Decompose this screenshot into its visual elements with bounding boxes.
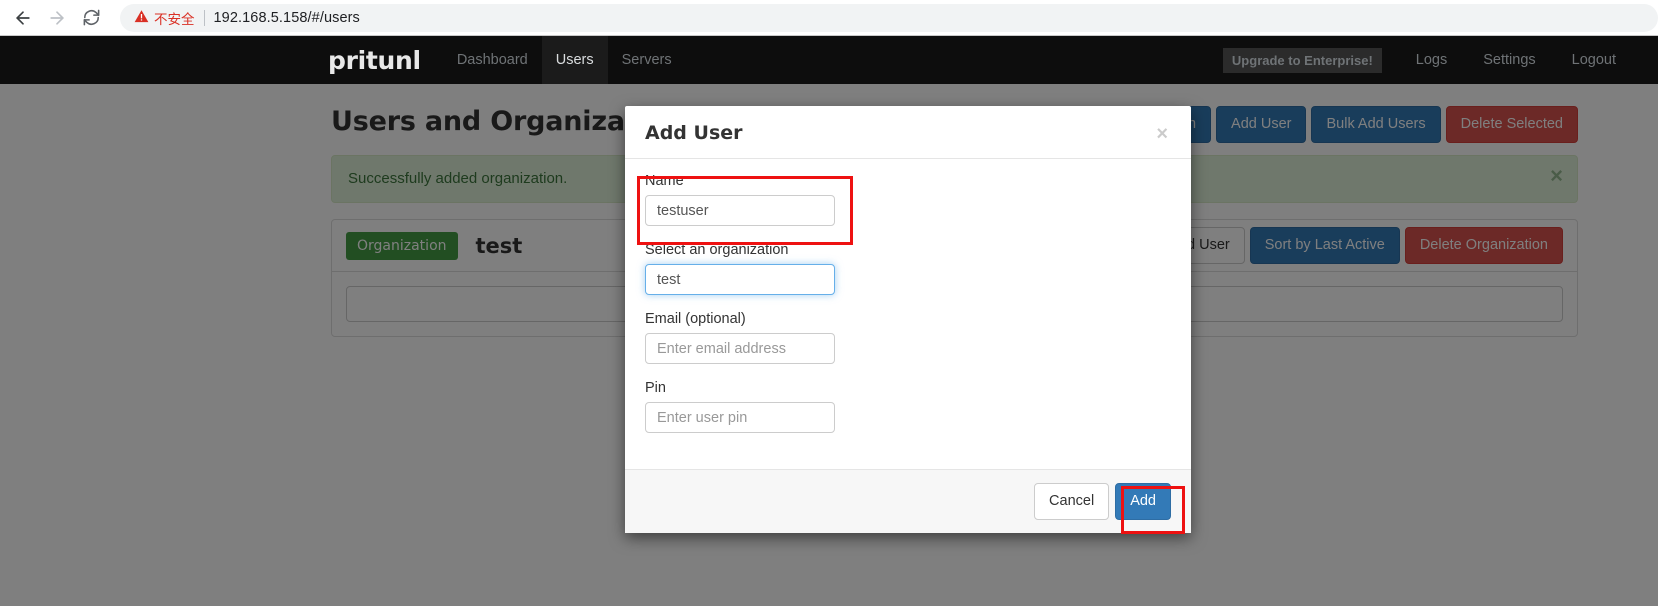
- modal-footer: Cancel Add: [625, 469, 1191, 533]
- organization-field-group: Select an organization: [645, 242, 1171, 295]
- name-label: Name: [645, 173, 1171, 189]
- name-field-group: Name: [645, 173, 1171, 226]
- reload-icon[interactable]: [74, 1, 108, 35]
- nav-item-users[interactable]: Users: [542, 36, 608, 84]
- forward-icon[interactable]: [40, 1, 74, 35]
- brand-logo[interactable]: pritunl: [328, 36, 443, 84]
- name-input[interactable]: [645, 195, 835, 226]
- cancel-button[interactable]: Cancel: [1034, 483, 1109, 520]
- nav-item-settings[interactable]: Settings: [1467, 52, 1551, 68]
- browser-toolbar: 不安全 192.168.5.158/#/users: [0, 0, 1658, 36]
- email-label: Email (optional): [645, 311, 1171, 327]
- nav-item-dashboard[interactable]: Dashboard: [443, 36, 542, 84]
- nav-item-logout[interactable]: Logout: [1556, 52, 1632, 68]
- organization-select[interactable]: [645, 264, 835, 295]
- warning-triangle-icon: [134, 9, 149, 27]
- back-icon[interactable]: [6, 1, 40, 35]
- modal-title: Add User: [645, 122, 1175, 144]
- primary-nav: Dashboard Users Servers: [443, 36, 686, 84]
- add-user-modal: Add User × Name Select an organization E…: [625, 106, 1191, 533]
- omnibox-divider: [204, 10, 205, 26]
- modal-close-icon[interactable]: ×: [1150, 123, 1174, 145]
- url-text: 192.168.5.158/#/users: [214, 10, 360, 26]
- nav-item-servers[interactable]: Servers: [608, 36, 686, 84]
- modal-body: Name Select an organization Email (optio…: [625, 159, 1191, 469]
- organization-label: Select an organization: [645, 242, 1171, 258]
- security-status[interactable]: 不安全: [134, 8, 195, 28]
- upgrade-to-enterprise-button[interactable]: Upgrade to Enterprise!: [1223, 48, 1382, 73]
- pin-input[interactable]: [645, 402, 835, 433]
- nav-item-logs[interactable]: Logs: [1400, 52, 1463, 68]
- pin-label: Pin: [645, 380, 1171, 396]
- email-input[interactable]: [645, 333, 835, 364]
- security-label: 不安全: [154, 8, 195, 28]
- add-button[interactable]: Add: [1115, 483, 1171, 520]
- app-navbar: pritunl Dashboard Users Servers Upgrade …: [0, 36, 1658, 84]
- email-field-group: Email (optional): [645, 311, 1171, 364]
- address-bar[interactable]: 不安全 192.168.5.158/#/users: [120, 4, 1658, 32]
- modal-header: Add User ×: [625, 106, 1191, 159]
- secondary-nav: Upgrade to Enterprise! Logs Settings Log…: [1223, 36, 1658, 84]
- pin-field-group: Pin: [645, 380, 1171, 433]
